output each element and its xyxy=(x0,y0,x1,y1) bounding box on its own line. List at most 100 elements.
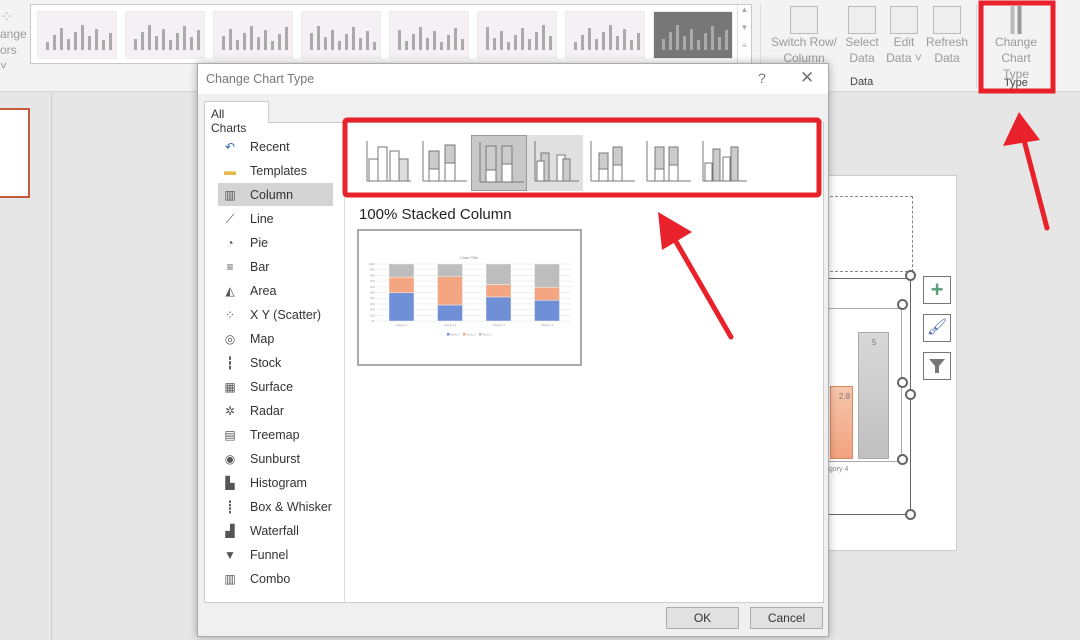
dialog-title-bar: Change Chart Type ? ✕ xyxy=(198,64,828,94)
chart-type-label: Pie xyxy=(250,235,269,250)
type-group-label: Type xyxy=(1004,77,1028,89)
chart-preview: Chart Title 0% 10% 20% 30% 40% 50% 60% 70% 80% 90%… xyxy=(357,229,582,366)
chart-type-label: Line xyxy=(250,211,274,226)
change-chart-type-dialog: Change Chart Type ? ✕ All Charts ↶ Recent… xyxy=(197,63,829,637)
title-placeholder[interactable] xyxy=(825,196,913,272)
chart-type-label: Templates xyxy=(250,163,307,178)
slide-thumbnail[interactable] xyxy=(0,108,30,198)
select-data-button[interactable]: Select Data xyxy=(842,6,882,66)
chart-type-bar[interactable]: ≡ Bar xyxy=(218,255,333,278)
chart-style-thumbnail[interactable] xyxy=(653,11,733,59)
tab-all-charts[interactable]: All Charts xyxy=(204,101,269,135)
chart-type-templates[interactable]: ▬ Templates xyxy=(218,159,333,182)
gallery-scrollbar[interactable]: ▲ ▼ ≡ xyxy=(737,5,751,63)
tick-label: 80% xyxy=(370,274,376,277)
chart-style-thumbnail[interactable] xyxy=(213,11,293,59)
chart-filters-button[interactable] xyxy=(923,352,951,380)
preview-bar xyxy=(485,263,512,285)
tick-label: 10% xyxy=(370,314,376,317)
chart-type-funnel[interactable]: ▼ Funnel xyxy=(218,543,333,566)
funnel-icon: ▼ xyxy=(224,547,236,562)
filter-icon xyxy=(929,359,945,373)
chart-type-label: Waterfall xyxy=(250,523,299,538)
preview-bar xyxy=(534,263,560,288)
resize-handle[interactable] xyxy=(905,389,916,400)
help-button[interactable]: ? xyxy=(758,70,766,86)
colors-icon: ⁘ xyxy=(0,9,14,26)
preview-bar xyxy=(388,276,415,294)
category-label: Category 4 xyxy=(541,324,554,327)
chart-type-label: Histogram xyxy=(250,475,307,490)
chart-type-line[interactable]: ⟋ Line xyxy=(218,207,333,230)
preview-bar xyxy=(485,296,512,322)
chart-type-label: X Y (Scatter) xyxy=(250,307,322,322)
preview-bar xyxy=(437,304,463,322)
combo-chart-icon: ▥ xyxy=(224,571,236,586)
chart-styles-button[interactable]: 🖌 xyxy=(923,314,951,342)
chart-type-waterfall[interactable]: ▟ Waterfall xyxy=(218,519,333,542)
chart-type-area[interactable]: ◭ Area xyxy=(218,279,333,302)
tick-label: 50% xyxy=(370,292,376,295)
chart-style-thumbnail[interactable] xyxy=(477,11,557,59)
chart-style-thumbnail[interactable] xyxy=(389,11,469,59)
data-group-label: Data xyxy=(850,76,874,88)
chart-type-histogram[interactable]: ▙ Histogram xyxy=(218,471,333,494)
resize-handle[interactable] xyxy=(897,299,908,310)
resize-handle[interactable] xyxy=(905,270,916,281)
switch-row-column-button[interactable]: Switch Row/ Column xyxy=(768,6,840,66)
stock-chart-icon: ┇ xyxy=(226,355,234,370)
resize-handle[interactable] xyxy=(897,454,908,465)
chart-type-x-y-scatter-[interactable]: ⁘ X Y (Scatter) xyxy=(218,303,333,326)
tick-label: 30% xyxy=(370,303,376,306)
legend-swatch xyxy=(479,333,482,336)
scatter-chart-icon: ⁘ xyxy=(224,307,236,322)
cancel-button[interactable]: Cancel xyxy=(750,607,823,629)
chart-elements-button[interactable]: + xyxy=(923,276,951,304)
resize-handle[interactable] xyxy=(897,377,908,388)
sunburst-icon: ◉ xyxy=(224,451,236,466)
chart-style-thumbnail[interactable] xyxy=(301,11,381,59)
resize-handle[interactable] xyxy=(905,509,916,520)
chart-type-treemap[interactable]: ▤ Treemap xyxy=(218,423,333,446)
tick-label: 0% xyxy=(371,320,375,323)
category-label: Category 1 xyxy=(395,324,408,327)
chart-bar: 2.8 xyxy=(830,386,853,459)
switch-row-column-icon xyxy=(790,6,818,34)
chart-type-label: Column xyxy=(250,187,294,202)
preview-bar xyxy=(437,276,463,306)
chart-style-thumbnail[interactable] xyxy=(37,11,117,59)
change-colors-button[interactable]: ⁘ ange ors ˅ xyxy=(0,9,27,74)
chart-type-label: Area xyxy=(250,283,277,298)
tick-label: 100% xyxy=(369,263,376,266)
chart-style-thumbnail[interactable] xyxy=(125,11,205,59)
chart-type-label: Map xyxy=(250,331,275,346)
change-chart-type-button[interactable]: Change Chart Type xyxy=(984,6,1048,82)
chart-type-box-whisker[interactable]: ┋ Box & Whisker xyxy=(218,495,333,518)
chart-type-pie[interactable]: ◔ Pie xyxy=(218,231,333,254)
chart-type-label: Stock xyxy=(250,355,282,370)
chart-styles-gallery[interactable]: ▲ ▼ ≡ xyxy=(30,4,752,64)
chart-type-label: Sunburst xyxy=(250,451,301,466)
chart-type-combo[interactable]: ▥ Combo xyxy=(218,567,333,590)
edit-data-icon xyxy=(890,6,918,34)
plus-icon: + xyxy=(930,277,944,302)
chart-style-thumbnail[interactable] xyxy=(565,11,645,59)
tick-label: 90% xyxy=(370,269,376,272)
chart-type-column[interactable]: ▥ Column xyxy=(218,183,333,206)
chart-type-map[interactable]: ◎ Map xyxy=(218,327,333,350)
legend-label: Series 2 xyxy=(467,334,477,337)
chart-type-stock[interactable]: ┇ Stock xyxy=(218,351,333,374)
chart-type-sunburst[interactable]: ◉ Sunburst xyxy=(218,447,333,470)
legend-swatch xyxy=(447,333,450,336)
tick-label: 20% xyxy=(370,309,376,312)
tick-label: 70% xyxy=(370,280,376,283)
close-button[interactable]: ✕ xyxy=(800,68,814,88)
chart-type-recent[interactable]: ↶ Recent xyxy=(218,135,333,158)
refresh-data-button[interactable]: Refresh Data xyxy=(924,6,970,66)
chart-type-radar[interactable]: ✲ Radar xyxy=(218,399,333,422)
ok-button[interactable]: OK xyxy=(666,607,739,629)
waterfall-icon: ▟ xyxy=(225,523,235,538)
edit-data-button[interactable]: Edit Data ˅ xyxy=(884,6,924,66)
chart-type-surface[interactable]: ▦ Surface xyxy=(218,375,333,398)
refresh-data-icon xyxy=(933,6,961,34)
